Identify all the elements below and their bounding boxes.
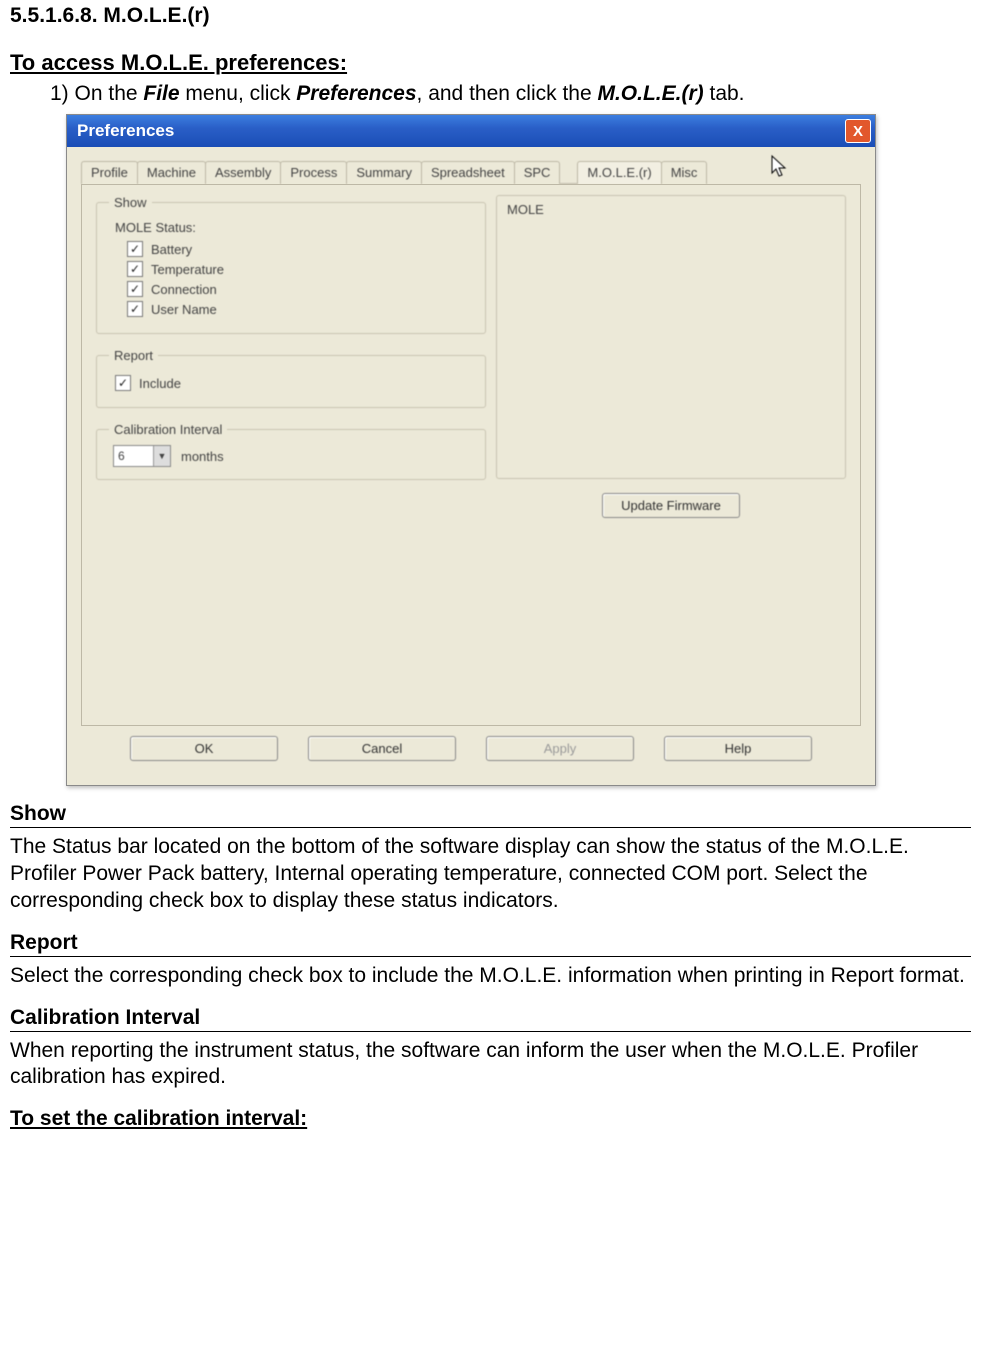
calibration-group-label: Calibration Interval [109, 422, 227, 437]
calibration-paragraph: When reporting the instrument status, th… [10, 1038, 971, 1092]
help-button[interactable]: Help [664, 736, 812, 761]
calibration-group: Calibration Interval 6 ▼ months [96, 422, 486, 480]
cancel-button[interactable]: Cancel [308, 736, 456, 761]
step-text-2: menu, click [180, 82, 297, 105]
check-temperature-row[interactable]: Temperature [127, 261, 473, 277]
tab-spreadsheet[interactable]: Spreadsheet [421, 161, 515, 184]
tabs: Profile Machine Assembly Process Summary… [81, 161, 861, 184]
step-file: File [143, 82, 179, 105]
set-calibration-heading: To set the calibration interval: [10, 1107, 971, 1131]
tab-gap [559, 161, 577, 184]
show-group-label: Show [109, 195, 152, 210]
report-group-label: Report [109, 348, 158, 363]
apply-button[interactable]: Apply [486, 736, 634, 761]
step-preferences: Preferences [296, 82, 416, 105]
step-mole-tab: M.O.L.E.(r) [597, 82, 703, 105]
check-include-label: Include [139, 376, 181, 391]
calibration-value: 6 [114, 449, 153, 463]
window-title: Preferences [77, 121, 174, 141]
report-group: Report Include [96, 348, 486, 408]
tab-assembly[interactable]: Assembly [205, 161, 281, 184]
ok-button[interactable]: OK [130, 736, 278, 761]
check-temperature-label: Temperature [151, 262, 224, 277]
tab-process[interactable]: Process [280, 161, 347, 184]
calibration-unit: months [181, 449, 224, 464]
check-connection-label: Connection [151, 282, 217, 297]
check-include-row[interactable]: Include [115, 375, 473, 391]
preferences-dialog-screenshot: Preferences X Profile Machine Assembly P… [66, 114, 971, 786]
show-group: Show MOLE Status: Battery Temperature [96, 195, 486, 334]
update-firmware-button[interactable]: Update Firmware [602, 493, 740, 518]
check-battery[interactable] [127, 241, 143, 257]
tab-summary[interactable]: Summary [346, 161, 422, 184]
step-text-3: , and then click the [417, 82, 598, 105]
titlebar[interactable]: Preferences X [67, 115, 875, 147]
tab-misc[interactable]: Misc [661, 161, 708, 184]
tab-profile[interactable]: Profile [81, 161, 138, 184]
check-username-row[interactable]: User Name [127, 301, 473, 317]
report-heading: Report [10, 931, 971, 957]
check-username-label: User Name [151, 302, 217, 317]
mole-status-label: MOLE Status: [115, 220, 473, 235]
mole-group-label: MOLE [507, 202, 835, 217]
mole-group: MOLE [496, 195, 846, 479]
check-battery-row[interactable]: Battery [127, 241, 473, 257]
dialog-body: Profile Machine Assembly Process Summary… [67, 147, 875, 785]
calibration-heading: Calibration Interval [10, 1006, 971, 1032]
close-icon[interactable]: X [845, 119, 871, 143]
tab-panel: Show MOLE Status: Battery Temperature [81, 184, 861, 726]
step-1: 1) On the File menu, click Preferences, … [50, 82, 971, 106]
check-connection-row[interactable]: Connection [127, 281, 473, 297]
tab-mole[interactable]: M.O.L.E.(r) [577, 161, 661, 184]
cursor-icon [771, 155, 791, 181]
check-connection[interactable] [127, 281, 143, 297]
report-paragraph: Select the corresponding check box to in… [10, 963, 971, 990]
step-text-4: tab. [704, 82, 745, 105]
dialog-button-row: OK Cancel Apply Help [81, 726, 861, 775]
tab-machine[interactable]: Machine [137, 161, 206, 184]
chevron-down-icon[interactable]: ▼ [153, 446, 170, 466]
check-temperature[interactable] [127, 261, 143, 277]
access-heading: To access M.O.L.E. preferences: [10, 50, 971, 76]
show-paragraph: The Status bar located on the bottom of … [10, 834, 971, 915]
step-text-1: 1) On the [50, 82, 143, 105]
preferences-dialog: Preferences X Profile Machine Assembly P… [66, 114, 876, 786]
check-username[interactable] [127, 301, 143, 317]
show-heading: Show [10, 802, 971, 828]
check-battery-label: Battery [151, 242, 192, 257]
section-number: 5.5.1.6.8. M.O.L.E.(r) [10, 4, 971, 28]
tab-spc[interactable]: SPC [514, 161, 561, 184]
calibration-combo[interactable]: 6 ▼ [113, 445, 171, 467]
check-include[interactable] [115, 375, 131, 391]
